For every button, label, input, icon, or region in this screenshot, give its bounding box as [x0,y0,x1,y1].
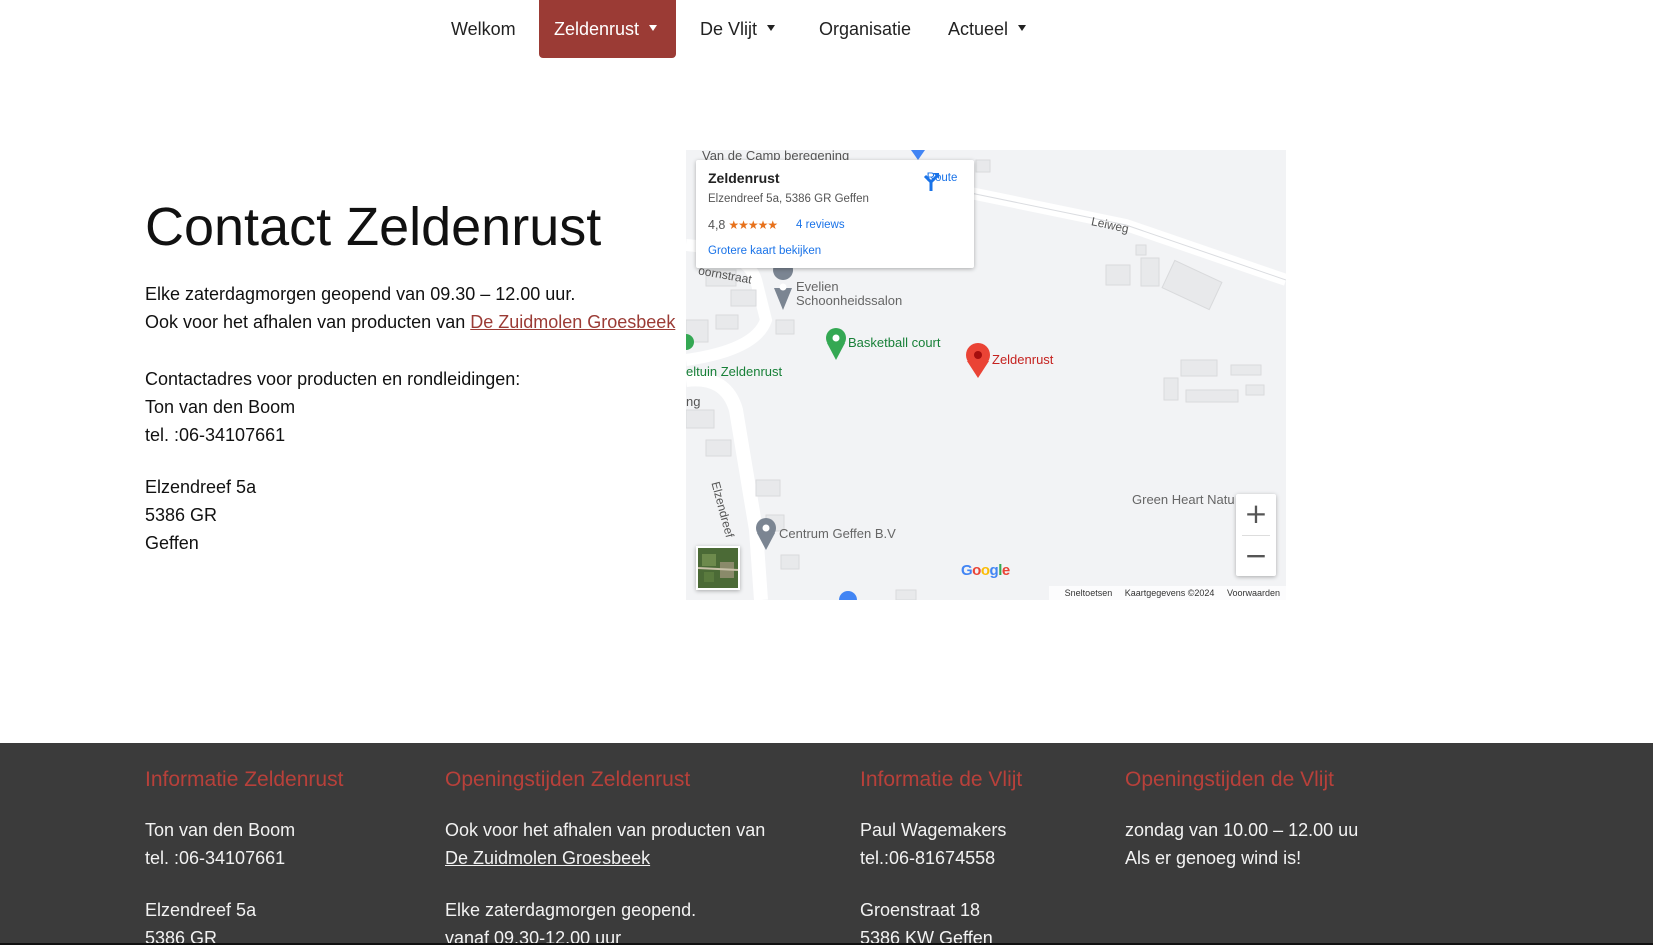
footer-note: Als er genoeg wind is! [1125,848,1302,868]
map-label-basketball[interactable]: Basketball court [848,335,941,350]
footer-open-time: vanaf 09.30-12.00 uur [445,928,622,948]
rating-stars-icon: ★★★★★ [728,218,778,232]
map-footer: Sneltoetsen Kaartgegevens ©2024 Voorwaar… [1048,586,1286,600]
footer-open-text: Elke zaterdagmorgen geopend. [445,900,697,920]
footer-contact-name: Paul Wagemakers [860,820,1007,840]
place-name: Zeldenrust [708,170,780,186]
caret-down-icon [767,25,776,32]
address-street: Elzendreef 5a [145,477,257,497]
nav-item-label: De Vlijt [700,19,758,39]
footer-heading: Openingstijden Zeldenrust [445,768,691,791]
contact-heading: Contactadres voor producten en rondleidi… [145,369,521,389]
footer-contact-name: Ton van den Boom [145,820,296,840]
footer-contact-phone: tel. :06-34107661 [145,848,286,868]
zoom-out-button[interactable]: − [1236,536,1276,576]
satellite-thumbnail-icon [698,548,738,588]
route-button[interactable]: Route [920,170,964,191]
place-address: Elzendreef 5a, 5386 GR Geffen [708,193,869,205]
nav-item-label: Welkom [451,19,516,39]
nav-item-actueel[interactable]: Actueel [933,0,1041,58]
caret-down-icon [1018,25,1027,32]
map-label-evelien-line2: Schoonheidssalon [796,293,903,308]
opening-hours-text: Elke zaterdagmorgen geopend van 09.30 – … [145,284,576,304]
nav-item-organisatie[interactable]: Organisatie [804,0,926,58]
nav-item-label: Actueel [948,19,1009,39]
blue-pin-top-icon[interactable] [911,150,925,160]
nav-item-label: Organisatie [819,19,912,39]
rating-value: 4,8 [708,218,726,232]
contact-name: Ton van den Boom [145,397,296,417]
google-map[interactable]: Van de Camp beregening Leiweg oornstraat… [686,150,1286,600]
map-label-ng: ng [686,394,701,409]
footer-col-hours-vlijt: Openingstijden de Vlijt zondag van 10.00… [1125,765,1358,872]
nav-item-zeldenrust[interactable]: Zeldenrust [539,0,676,58]
footer-postcode: 5386 GR [145,928,218,948]
site-footer: Informatie Zeldenrust Ton van den Boom t… [0,743,1653,948]
footer-heading: Informatie Zeldenrust [145,768,344,791]
pickup-prefix: Ook voor het afhalen van producten van [145,312,471,332]
address-postcode: 5386 GR [145,505,218,525]
footer-col-hours-zeldenrust: Openingstijden Zeldenrust Ook voor het a… [445,765,765,952]
satellite-toggle-button[interactable] [696,546,740,590]
footer-street: Groenstraat 18 [860,900,981,920]
footer-col-info-zeldenrust: Informatie Zeldenrust Ton van den Boom t… [145,765,343,952]
footer-heading: Openingstijden de Vlijt [1125,768,1334,791]
nav-item-welkom[interactable]: Welkom [436,0,531,58]
footer-contact-phone: tel.:06-81674558 [860,848,996,868]
footer-hours: zondag van 10.00 – 12.00 uu [1125,820,1359,840]
map-label-evelien[interactable]: Evelien Schoonheidssalon [796,280,902,308]
reviews-link[interactable]: 4 reviews [796,219,845,231]
blue-pin-edge-icon[interactable] [839,591,857,600]
nav-item-label: Zeldenrust [554,19,640,39]
zoom-controls: + − [1236,494,1276,576]
larger-map-link[interactable]: Grotere kaart bekijken [708,245,821,257]
place-rating: 4,8 ★★★★★ [708,218,778,232]
page-title: Contact Zeldenrust [145,197,602,257]
zeldenrust-pin-icon[interactable] [966,343,990,378]
terms-link[interactable]: Voorwaarden [1227,588,1280,598]
map-label-green-heart-text: Green Heart Natu [1132,492,1235,507]
map-label-evelien-line1: Evelien [796,279,839,294]
basketball-pin-icon[interactable] [826,328,846,360]
map-data-text: Kaartgegevens ©2024 [1124,588,1215,598]
map-label-centrum[interactable]: Centrum Geffen B.V [779,526,896,541]
directions-icon [923,173,939,191]
footer-pickup-text: Ook voor het afhalen van producten van [445,820,766,840]
map-label-zeldenrust[interactable]: Zeldenrust [992,352,1053,367]
nav-item-de-vlijt[interactable]: De Vlijt [685,0,790,58]
footer-street: Elzendreef 5a [145,900,257,920]
footer-pickup-link-line: De Zuidmolen Groesbeek [445,844,765,872]
place-info-card: Zeldenrust Elzendreef 5a, 5386 GR Geffen… [696,160,974,268]
footer-col-info-vlijt: Informatie de Vlijt Paul Wagemakers tel.… [860,765,1022,952]
zoom-in-button[interactable]: + [1236,494,1276,534]
keyboard-shortcuts-link[interactable]: Sneltoetsen [1065,588,1113,598]
caret-down-icon [649,25,658,32]
map-label-tuin[interactable]: eltuin Zeldenrust [686,364,782,379]
main-navigation: Welkom Zeldenrust De Vlijt Organisatie A… [0,0,1653,58]
address-city: Geffen [145,533,199,553]
footer-zuidmolen-link[interactable]: De Zuidmolen Groesbeek [445,848,650,868]
zuidmolen-link[interactable]: De Zuidmolen Groesbeek [470,312,675,332]
footer-heading: Informatie de Vlijt [860,768,1023,791]
footer-postcode: 5386 KW Geffen [860,928,993,948]
pickup-text: Ook voor het afhalen van producten van D… [145,308,675,336]
contact-phone: tel. :06-34107661 [145,425,286,445]
google-logo: Google [961,562,1010,579]
